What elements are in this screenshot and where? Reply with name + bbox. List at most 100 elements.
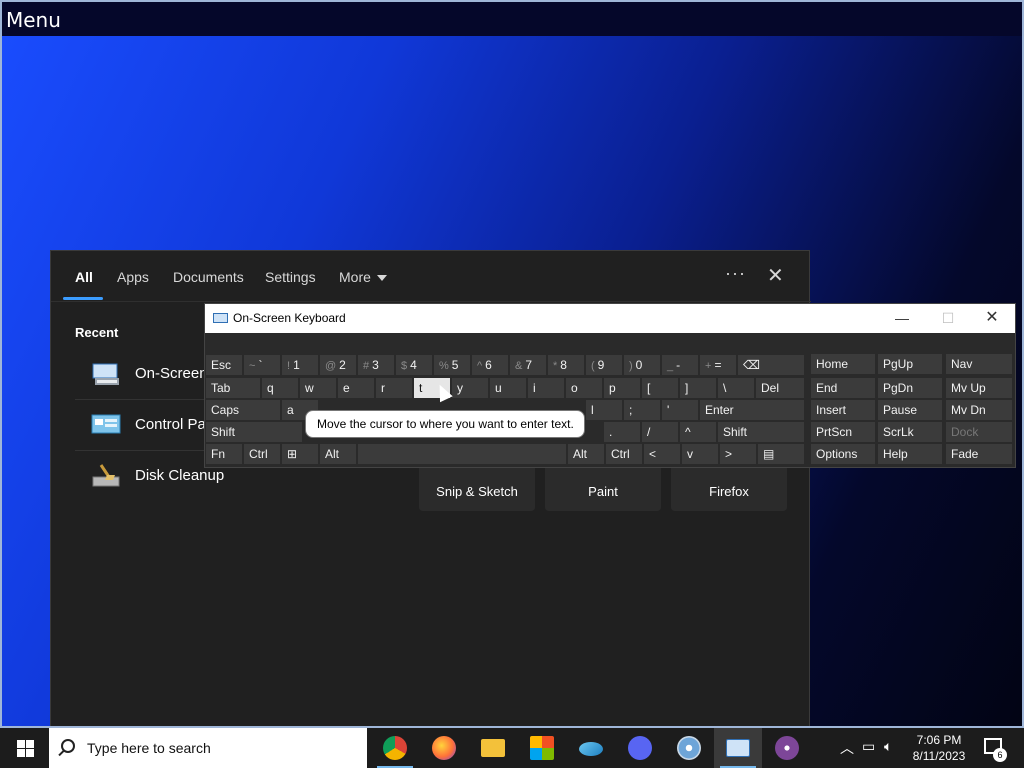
key-label: 0	[635, 358, 643, 372]
key-row3-4[interactable]: '	[662, 400, 698, 420]
key-w[interactable]: w	[300, 378, 336, 398]
taskbar-discord[interactable]	[616, 728, 664, 768]
menu-label[interactable]: Menu	[6, 8, 61, 32]
key-row5-5[interactable]: Ctrl	[606, 444, 642, 464]
key-nav-mv-dn[interactable]: Mv Dn	[946, 400, 1012, 420]
chevron-up-icon[interactable]: ︿	[840, 738, 854, 758]
key-row1-6[interactable]: % 5	[434, 355, 470, 375]
key-row3-5[interactable]: Enter	[700, 400, 804, 420]
taskbar-search-box[interactable]: Type here to search	[49, 728, 367, 768]
key-row4-1[interactable]: .	[604, 422, 640, 442]
key-nav-nav[interactable]: Nav	[946, 354, 1012, 374]
tab-settings[interactable]: Settings	[265, 269, 316, 285]
key-row3-2[interactable]: l	[586, 400, 622, 420]
key-row5-9[interactable]: ▤	[758, 444, 804, 464]
volume-icon[interactable]: 🔈︎	[884, 738, 892, 755]
key-o[interactable]: o	[566, 378, 602, 398]
key-row1-10[interactable]: (9	[586, 355, 622, 375]
key-nav-scrlk[interactable]: ScrLk	[878, 422, 942, 442]
key-u[interactable]: u	[490, 378, 526, 398]
key-row5-2[interactable]: ⊞	[282, 444, 318, 464]
dolphin-icon	[579, 742, 603, 756]
key-nav-dock[interactable]: Dock	[946, 422, 1012, 442]
key-][interactable]: ]	[680, 378, 716, 398]
key-q[interactable]: q	[262, 378, 298, 398]
key-row5-8[interactable]: >	[720, 444, 756, 464]
key-row4-4[interactable]: Shift	[718, 422, 804, 442]
key-nav-insert[interactable]: Insert	[811, 400, 875, 420]
tab-more[interactable]: More	[339, 269, 387, 285]
key-row3-0[interactable]: Caps	[206, 400, 280, 420]
key-space[interactable]	[358, 444, 566, 464]
key-e[interactable]: e	[338, 378, 374, 398]
key-backslash[interactable]: \	[718, 378, 754, 398]
osk-title-bar[interactable]: On-Screen Keyboard — ☐ ✕	[205, 304, 1015, 333]
key-row1-1[interactable]: ~ `	[244, 355, 280, 375]
tile-paint[interactable]: Paint	[545, 463, 661, 511]
tile-firefox[interactable]: Firefox	[671, 463, 787, 511]
close-button[interactable]: ✕	[767, 263, 784, 288]
key-row3-3[interactable]: ;	[624, 400, 660, 420]
minimize-button[interactable]: —	[879, 307, 925, 329]
key-y[interactable]: y	[452, 378, 488, 398]
key-row4-0[interactable]: Shift	[206, 422, 302, 442]
key-row1-5[interactable]: $4	[396, 355, 432, 375]
key-del[interactable]: Del	[756, 378, 804, 398]
taskbar-tor-browser[interactable]	[763, 728, 811, 768]
disk-cleanup-icon	[92, 464, 120, 487]
taskbar-firefox[interactable]	[420, 728, 468, 768]
taskbar-chrome[interactable]	[371, 728, 419, 768]
more-options-button[interactable]: ···	[725, 263, 746, 284]
key-row5-4[interactable]: Alt	[568, 444, 604, 464]
tab-documents[interactable]: Documents	[173, 269, 244, 285]
key-nav-prtscn[interactable]: PrtScn	[811, 422, 875, 442]
key-label: 4	[410, 358, 417, 372]
key-row1-12[interactable]: _ -	[662, 355, 698, 375]
key-p[interactable]: p	[604, 378, 640, 398]
key-row1-9[interactable]: * 8	[548, 355, 584, 375]
key-row5-1[interactable]: Ctrl	[244, 444, 280, 464]
taskbar-on-screen-keyboard[interactable]	[714, 728, 762, 768]
key-r[interactable]: r	[376, 378, 412, 398]
taskbar-media-player[interactable]	[665, 728, 713, 768]
taskbar-store[interactable]	[518, 728, 566, 768]
key-row1-11[interactable]: ) 0	[624, 355, 660, 375]
key-row5-6[interactable]: <	[644, 444, 680, 464]
tab-all[interactable]: All	[75, 269, 93, 285]
key-row5-0[interactable]: Fn	[206, 444, 242, 464]
key-nav-home[interactable]: Home	[811, 354, 875, 374]
key-tab[interactable]: Tab	[206, 378, 260, 398]
key-row4-2[interactable]: /	[642, 422, 678, 442]
tile-snip-sketch[interactable]: Snip & Sketch	[419, 463, 535, 511]
key-nav-pgup[interactable]: PgUp	[878, 354, 942, 374]
start-button[interactable]	[0, 728, 48, 768]
key-nav-pgdn[interactable]: PgDn	[878, 378, 942, 398]
key-nav-end[interactable]: End	[811, 378, 875, 398]
taskbar-file-explorer[interactable]	[469, 728, 517, 768]
key-row4-3[interactable]: ^	[680, 422, 716, 442]
key-row5-3[interactable]: Alt	[320, 444, 356, 464]
key-nav-fade[interactable]: Fade	[946, 444, 1012, 464]
tab-apps[interactable]: Apps	[117, 269, 149, 285]
key-row1-3[interactable]: @2	[320, 355, 356, 375]
key-row1-8[interactable]: & 7	[510, 355, 546, 375]
key-nav-help[interactable]: Help	[878, 444, 942, 464]
key-row1-4[interactable]: #3	[358, 355, 394, 375]
key-nav-pause[interactable]: Pause	[878, 400, 942, 420]
clock-date[interactable]: 8/11/2023	[904, 749, 974, 763]
key-nav-mv-up[interactable]: Mv Up	[946, 378, 1012, 398]
clock-time[interactable]: 7:06 PM	[904, 733, 974, 747]
key-row1-7[interactable]: ^ 6	[472, 355, 508, 375]
maximize-button[interactable]: ☐	[925, 307, 971, 329]
key-nav-options[interactable]: Options	[811, 444, 875, 464]
taskbar-dolphin[interactable]	[567, 728, 615, 768]
key-[[interactable]: [	[642, 378, 678, 398]
key-i[interactable]: i	[528, 378, 564, 398]
network-icon[interactable]: ▭	[862, 738, 875, 755]
key-row1-2[interactable]: ! 1	[282, 355, 318, 375]
key-row1-13[interactable]: + =	[700, 355, 736, 375]
key-row5-7[interactable]: v	[682, 444, 718, 464]
key-row1-0[interactable]: Esc	[206, 355, 242, 375]
close-button[interactable]: ✕	[969, 307, 1015, 329]
key-row1-14[interactable]: ⌫	[738, 355, 804, 375]
